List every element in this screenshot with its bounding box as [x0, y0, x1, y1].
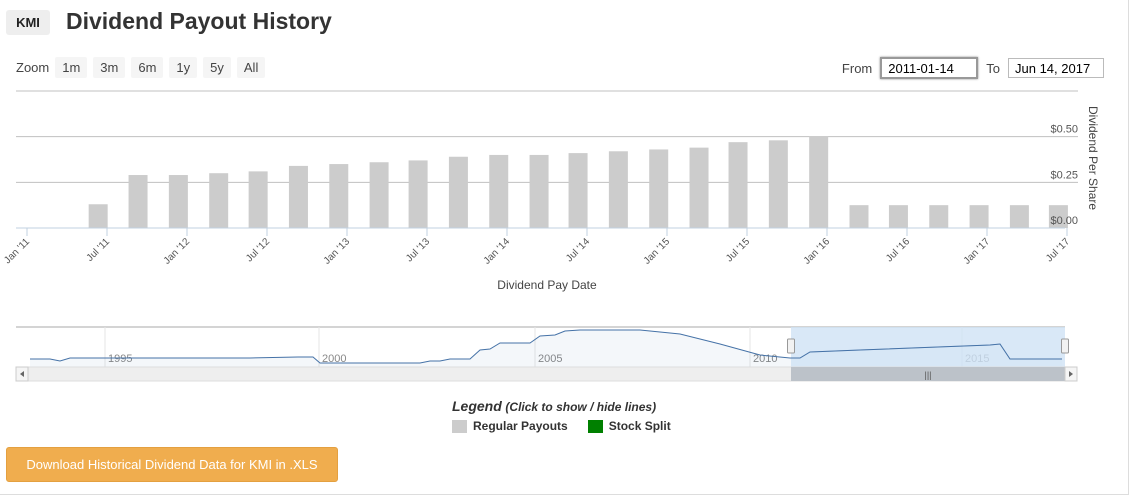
dividend-bar[interactable] [369, 162, 389, 228]
navigator[interactable]: 19952000200520102015||| [15, 326, 1078, 382]
dividend-bar[interactable] [288, 165, 308, 228]
legend-title: Legend [452, 398, 502, 414]
dividend-bar[interactable] [969, 205, 989, 228]
legend-subtitle: (Click to show / hide lines) [505, 400, 657, 414]
x-tick-label: Jan '15 [642, 236, 673, 267]
x-tick-label: Jul '13 [404, 236, 432, 264]
dividend-bar[interactable] [608, 151, 628, 228]
dividend-bar[interactable] [929, 205, 949, 228]
legend-item-regular-payouts[interactable]: Regular Payouts [452, 419, 568, 433]
x-tick-label: Jul '15 [724, 236, 752, 264]
legend-label: Regular Payouts [473, 419, 568, 433]
dividend-bar[interactable] [529, 154, 549, 228]
y-tick-label: $0.25 [1050, 169, 1078, 181]
dividend-bar[interactable] [248, 171, 268, 228]
dividend-bar[interactable] [168, 175, 188, 228]
grip-icon: ||| [924, 370, 931, 380]
dividend-bar[interactable] [329, 164, 349, 228]
navigator-handle[interactable] [1061, 338, 1069, 354]
download-xls-button[interactable]: Download Historical Dividend Data for KM… [6, 447, 338, 482]
x-tick-label: Jan '17 [962, 236, 993, 267]
dividend-chart: Jan '11 Jul '11 Jan '12 Jul '12 Jan '13 Jul '… [2, 90, 1100, 382]
dividend-bar[interactable] [489, 154, 509, 228]
dividend-bar[interactable] [448, 156, 468, 228]
x-tick-label: Jan '11 [2, 236, 32, 266]
legend: Legend (Click to show / hide lines) Regu… [452, 398, 671, 433]
x-tick-label: Jan '13 [322, 236, 353, 267]
dividend-bar[interactable] [689, 147, 709, 228]
navigator-handle[interactable] [787, 338, 795, 354]
dividend-bar[interactable] [649, 149, 669, 228]
y-axis-title: Dividend Per Share [1086, 106, 1100, 210]
x-tick-label: Jul '11 [85, 236, 113, 264]
dividend-bar[interactable] [88, 204, 108, 228]
x-tick-label: Jul '12 [244, 236, 272, 264]
dividend-bar[interactable] [209, 173, 229, 228]
dividend-bar[interactable] [728, 142, 748, 228]
dividend-widget: KMI Dividend Payout History Zoom 1m 3m 6… [0, 0, 1129, 495]
dividend-bar[interactable] [1009, 205, 1029, 228]
x-tick-label: Jan '14 [482, 236, 513, 267]
dividend-bar[interactable] [768, 140, 788, 228]
x-tick-label: Jan '16 [802, 236, 833, 267]
regular-payouts-swatch [452, 419, 467, 433]
legend-item-stock-split[interactable]: Stock Split [587, 419, 671, 433]
x-tick-label: Jan '12 [162, 236, 193, 267]
dividend-bar[interactable] [568, 153, 588, 228]
y-tick-label: $0.00 [1050, 215, 1078, 227]
stock-split-swatch [587, 419, 603, 433]
x-tick-label: Jul '16 [884, 236, 912, 264]
x-tick-label: Jul '17 [1044, 236, 1072, 264]
dividend-bar[interactable] [849, 205, 869, 228]
x-tick-label: Jul '14 [564, 236, 592, 264]
dividend-bar[interactable] [888, 205, 908, 228]
legend-label: Stock Split [608, 419, 671, 433]
y-tick-label: $0.50 [1050, 124, 1078, 136]
dividend-bar[interactable] [809, 136, 829, 228]
dividend-bar[interactable] [408, 160, 428, 228]
dividend-bar[interactable] [128, 175, 148, 228]
x-axis-title: Dividend Pay Date [497, 278, 597, 292]
